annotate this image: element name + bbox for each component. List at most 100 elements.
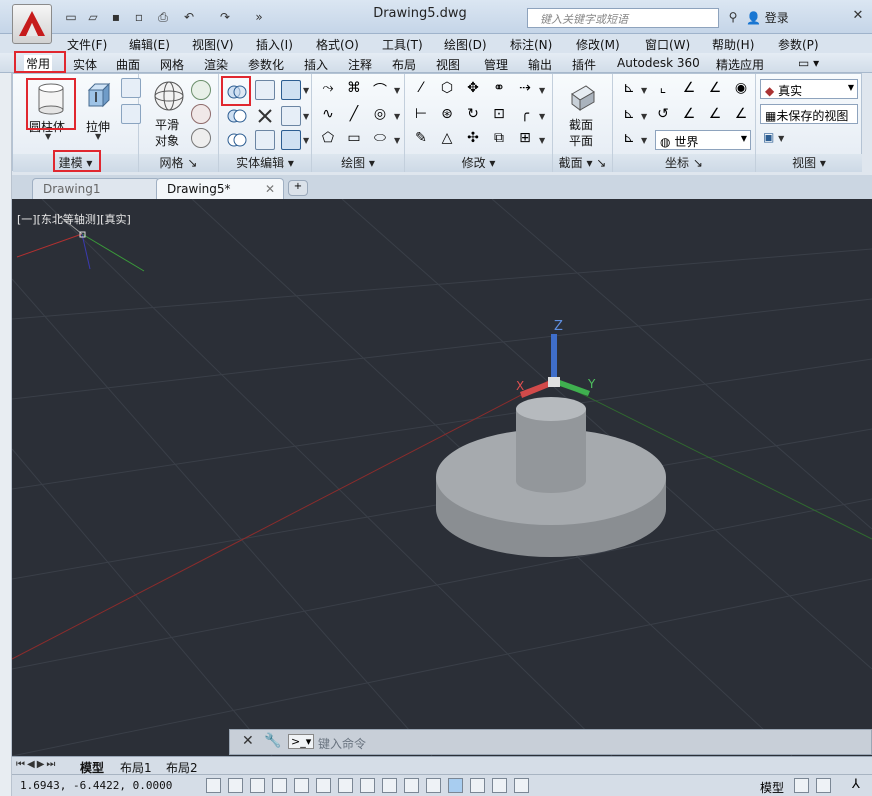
circle-icon[interactable]: ◎ <box>370 106 390 126</box>
polar-tracking-icon[interactable] <box>294 778 309 793</box>
menu-parametric[interactable]: 参数(P) <box>778 36 819 53</box>
menu-help[interactable]: 帮助(H) <box>712 36 754 53</box>
slice-icon[interactable] <box>255 106 275 126</box>
ucs-z-axis-icon[interactable]: ∠ <box>679 80 699 100</box>
dynamic-input-icon[interactable] <box>404 778 419 793</box>
save-icon[interactable]: ▪ <box>107 9 125 26</box>
ucs-3point-icon[interactable]: ∠ <box>705 80 725 100</box>
intersect-button[interactable] <box>227 130 247 150</box>
polygon-icon[interactable]: ⬠ <box>318 130 338 150</box>
ucs-previous-dropdown[interactable]: ▼ <box>641 112 647 121</box>
menu-file[interactable]: 文件(F) <box>67 36 107 53</box>
tab-insert[interactable]: 插入 <box>304 56 328 73</box>
drawing-viewport[interactable]: Z X Y [一][东北等轴测][真实] ✕ 🔧 >_▾ 键入命令 <box>12 199 872 756</box>
fillet-icon[interactable]: ╭ <box>515 106 535 126</box>
menu-window[interactable]: 窗口(W) <box>645 36 690 53</box>
saved-view-select[interactable]: ▦未保存的视图 <box>760 104 858 124</box>
draw-dropdown-2[interactable]: ▼ <box>394 112 400 121</box>
section-plane-button[interactable]: 截面 平面 <box>561 78 605 148</box>
draw-dropdown-3[interactable]: ▼ <box>394 136 400 145</box>
ortho-mode-icon[interactable] <box>272 778 287 793</box>
more-tools-icon[interactable]: » <box>250 9 268 26</box>
annotation-scale-icon[interactable]: ⅄ <box>852 777 860 792</box>
ucs-world-dropdown[interactable]: ▼ <box>641 136 647 145</box>
quick-properties-icon[interactable] <box>470 778 485 793</box>
menu-view[interactable]: 视图(V) <box>192 36 234 53</box>
snap-mode-icon[interactable] <box>228 778 243 793</box>
ucs-world-select[interactable]: ◍ 世界 ▼ <box>655 130 751 150</box>
solid-edit-dropdown-3[interactable]: ▼ <box>303 136 309 145</box>
login-link[interactable]: 👤 登录 <box>746 9 789 26</box>
open-file-icon[interactable]: ▱ <box>84 9 102 26</box>
separate-icon[interactable] <box>281 106 301 126</box>
transparency-icon[interactable] <box>448 778 463 793</box>
modify-dropdown-3[interactable]: ▼ <box>539 136 545 145</box>
trim-icon[interactable]: ⁄ <box>411 80 431 100</box>
menu-format[interactable]: 格式(O) <box>316 36 359 53</box>
application-menu-button[interactable] <box>12 4 52 44</box>
layout-nav-arrows-icon[interactable]: ⏮◀▶⏭ <box>16 759 57 770</box>
menu-modify[interactable]: 修改(M) <box>576 36 620 53</box>
tab-layout[interactable]: 布局 <box>392 56 416 73</box>
draw-panel-title[interactable]: 绘图 ▾ <box>312 154 404 172</box>
thicken-icon[interactable] <box>255 130 275 150</box>
modify-dropdown-2[interactable]: ▼ <box>539 112 545 121</box>
helix-icon[interactable]: ⌘ <box>344 80 364 100</box>
tab-solid[interactable]: 实体 <box>73 56 97 73</box>
arc-icon[interactable]: ⌒ <box>370 80 390 100</box>
ucs-icon[interactable]: ⊾ <box>619 80 639 100</box>
ucs-dropdown[interactable]: ▼ <box>641 86 647 95</box>
close-command-line-icon[interactable]: ✕ <box>242 733 254 749</box>
quick-view-drawings-icon[interactable] <box>816 778 831 793</box>
visual-style-select[interactable]: ◆ 真实 ▼ <box>760 79 858 99</box>
tab-parametric[interactable]: 参数化 <box>248 56 284 73</box>
wrench-icon[interactable]: 🔧 <box>264 733 281 749</box>
rectangle-icon[interactable]: ▭ <box>344 130 364 150</box>
tab-annotate[interactable]: 注释 <box>348 56 372 73</box>
extrude-faces-icon[interactable] <box>255 80 275 100</box>
solid-edit-dropdown-2[interactable]: ▼ <box>303 112 309 121</box>
ellipse-icon[interactable]: ⬭ <box>370 130 390 150</box>
doc-tab-drawing1[interactable]: Drawing1 <box>32 178 160 199</box>
ucs-object-icon[interactable]: ↺ <box>653 106 673 126</box>
lineweight-icon[interactable] <box>426 778 441 793</box>
tab-render[interactable]: 渲染 <box>204 56 228 73</box>
coordinate-readout[interactable]: 1.6943, -6.4422, 0.0000 <box>20 779 172 792</box>
model-space-label[interactable]: 模型 <box>760 779 784 796</box>
move-icon[interactable]: ✥ <box>463 80 483 100</box>
command-prompt-icon[interactable]: >_▾ <box>288 734 315 749</box>
offset-icon[interactable]: ⧉ <box>489 130 509 150</box>
tab-manage[interactable]: 管理 <box>484 56 508 73</box>
dynamic-ucs-icon[interactable] <box>382 778 397 793</box>
ucs-y-icon[interactable]: ∠ <box>705 106 725 126</box>
undo-icon[interactable]: ↶ <box>180 9 198 26</box>
align-icon[interactable]: ⊢ <box>411 106 431 126</box>
object-snap-tracking-icon[interactable] <box>360 778 375 793</box>
ucs-world-icon[interactable]: ⊾ <box>619 130 639 150</box>
menu-dimension[interactable]: 标注(N) <box>510 36 552 53</box>
mesh-remove-icon[interactable] <box>191 104 211 124</box>
menu-tools[interactable]: 工具(T) <box>382 36 423 53</box>
presspull-icon[interactable] <box>121 78 141 98</box>
cylinder-dropdown-icon[interactable]: ▼ <box>45 132 51 141</box>
menu-insert[interactable]: 插入(I) <box>256 36 293 53</box>
section-panel-title[interactable]: 截面 ▾ ↘ <box>553 154 612 172</box>
object-snap-icon[interactable] <box>316 778 331 793</box>
tab-autodesk-360[interactable]: Autodesk 360 <box>617 56 700 70</box>
ribbon-options-icon[interactable]: ▭ ▾ <box>798 56 819 70</box>
shell-icon[interactable] <box>281 130 301 150</box>
mesh-add-icon[interactable] <box>191 80 211 100</box>
polyline-icon[interactable]: ⤳ <box>318 80 338 100</box>
rotate-icon[interactable]: ↻ <box>463 106 483 126</box>
stretch-icon[interactable]: ⊡ <box>489 106 509 126</box>
ucs-z-icon[interactable]: ∠ <box>731 106 751 126</box>
box-edit-icon[interactable] <box>281 80 301 100</box>
viewport-config-button[interactable]: ▣ ▼ <box>760 129 792 149</box>
quick-view-layouts-icon[interactable] <box>794 778 809 793</box>
infer-constraints-icon[interactable] <box>206 778 221 793</box>
annotation-monitor-icon[interactable] <box>514 778 529 793</box>
tab-featured-apps[interactable]: 精选应用 <box>716 56 764 73</box>
new-tab-icon[interactable]: + <box>288 180 308 196</box>
modify-panel-title[interactable]: 修改 ▾ <box>405 154 552 172</box>
draw-dropdown-1[interactable]: ▼ <box>394 86 400 95</box>
